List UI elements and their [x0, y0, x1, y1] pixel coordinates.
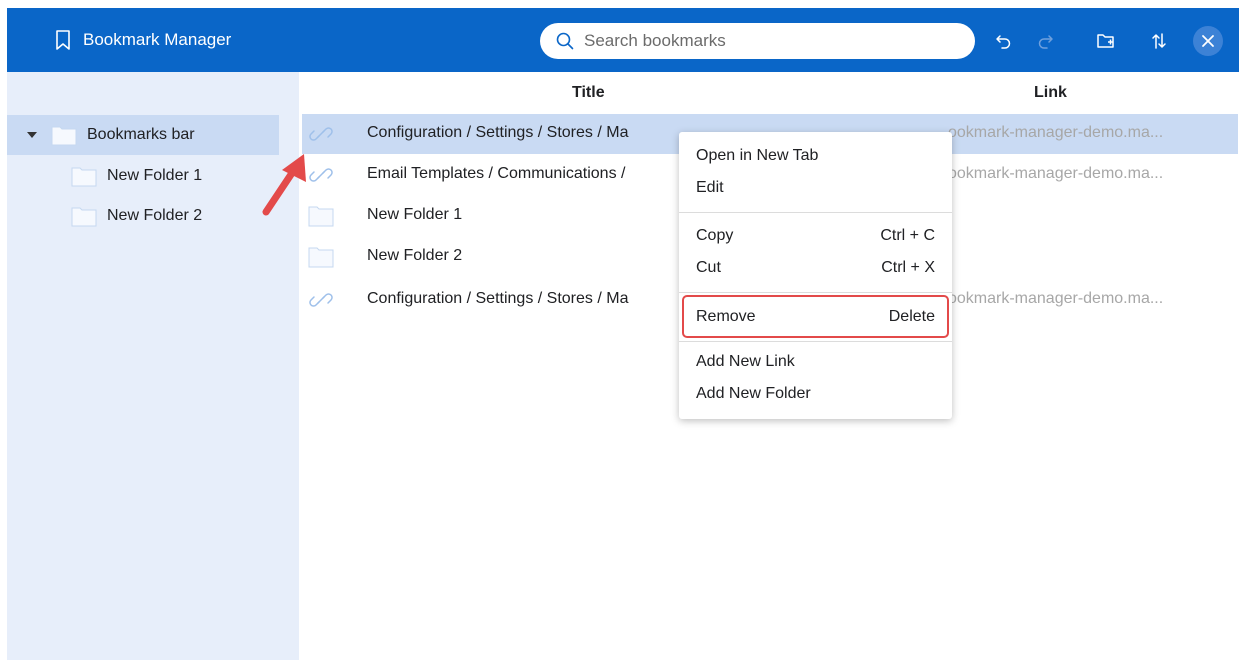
item-link: ookmark-manager-demo.ma... [948, 165, 1164, 182]
item-title: Configuration / Settings / Stores / Ma [367, 124, 629, 141]
sort-button[interactable] [1147, 29, 1171, 53]
search-input[interactable] [584, 31, 944, 51]
menu-divider [679, 212, 952, 213]
close-button[interactable] [1193, 26, 1223, 56]
item-link: ookmark-manager-demo.ma... [948, 290, 1164, 307]
menu-item-add-new-folder[interactable]: Add New Folder [679, 378, 952, 410]
search-icon [556, 32, 574, 50]
close-icon [1202, 35, 1214, 47]
annotation-arrow-icon [262, 154, 306, 216]
folder-icon [71, 167, 97, 187]
folder-icon [71, 207, 97, 227]
item-title: New Folder 1 [367, 206, 463, 223]
tree-item-bookmarks-bar[interactable]: Bookmarks bar [7, 115, 279, 155]
menu-item-label: Open in New Tab [696, 147, 819, 164]
expand-caret-icon[interactable] [27, 132, 37, 138]
menu-item-copy[interactable]: Copy Ctrl + C [679, 220, 952, 252]
item-title: New Folder 2 [367, 247, 463, 264]
folder-icon [51, 126, 77, 146]
redo-button[interactable] [1033, 29, 1057, 53]
undo-button[interactable] [992, 29, 1016, 53]
menu-item-label: Copy [696, 227, 734, 244]
tree-item-label: New Folder 1 [107, 167, 203, 184]
item-link: ookmark-manager-demo.ma... [948, 124, 1164, 141]
folder-icon [308, 247, 334, 268]
tree-item-label: Bookmarks bar [87, 126, 195, 143]
item-title: Email Templates / Communications / [367, 165, 626, 182]
item-title: Configuration / Settings / Stores / Ma [367, 290, 629, 307]
title-bar: Bookmark Manager [7, 8, 1239, 72]
remove-highlight-box [682, 295, 949, 338]
app-title: Bookmark Manager [55, 30, 231, 50]
app-title-label: Bookmark Manager [83, 30, 232, 49]
search-box[interactable] [540, 23, 975, 59]
menu-item-label: Edit [696, 179, 724, 196]
menu-item-open-new-tab[interactable]: Open in New Tab [679, 140, 952, 172]
column-header-link[interactable]: Link [1034, 84, 1067, 102]
column-header-title[interactable]: Title [572, 84, 605, 102]
bookmark-icon [56, 30, 70, 50]
menu-divider [679, 341, 952, 342]
menu-divider [679, 292, 952, 293]
tree-item-new-folder-2[interactable]: New Folder 2 [7, 196, 279, 236]
link-icon [309, 127, 333, 141]
menu-item-cut[interactable]: Cut Ctrl + X [679, 252, 952, 284]
new-folder-button[interactable] [1094, 29, 1118, 53]
tree-item-new-folder-1[interactable]: New Folder 1 [7, 156, 279, 196]
menu-item-edit[interactable]: Edit [679, 172, 952, 204]
tree-item-label: New Folder 2 [107, 207, 203, 224]
undo-icon [996, 35, 1011, 49]
new-folder-icon [1097, 34, 1114, 48]
menu-item-label: Add New Link [696, 353, 795, 370]
menu-item-label: Add New Folder [696, 385, 811, 402]
menu-item-shortcut: Ctrl + C [880, 227, 935, 244]
redo-icon [1038, 35, 1053, 49]
link-icon [309, 293, 333, 307]
menu-item-add-new-link[interactable]: Add New Link [679, 346, 952, 378]
menu-item-label: Cut [696, 259, 721, 276]
sort-icon [1152, 33, 1166, 49]
context-menu: Open in New Tab Edit Copy Ctrl + C Cut C… [679, 132, 952, 419]
menu-item-shortcut: Ctrl + X [881, 259, 935, 276]
